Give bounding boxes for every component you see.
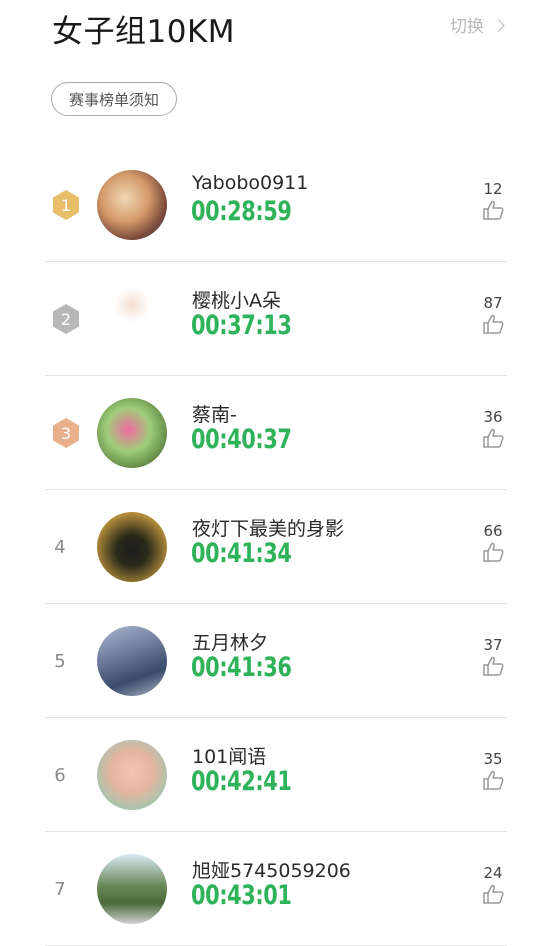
avatar[interactable] bbox=[97, 740, 167, 810]
avatar[interactable] bbox=[97, 170, 167, 240]
rank-number: 5 bbox=[54, 650, 66, 672]
like-button[interactable]: 35 bbox=[481, 750, 505, 794]
switch-button[interactable]: 切换 bbox=[450, 12, 505, 37]
like-count: 37 bbox=[483, 636, 503, 654]
rank-number: 6 bbox=[54, 764, 66, 786]
page-title: 女子组10KM bbox=[52, 14, 236, 50]
leaderboard-row[interactable]: 5 五月林夕 00:41:36 37 bbox=[0, 604, 547, 718]
runner-name: 五月林夕 bbox=[192, 632, 269, 654]
leaderboard-list: 1 Yabobo0911 00:28:59 12 2 樱桃小A朵 00:37:13 87 3 蔡南… bbox=[0, 148, 547, 946]
finish-time: 00:37:13 bbox=[191, 310, 292, 341]
leaderboard-row[interactable]: 3 蔡南- 00:40:37 36 bbox=[0, 376, 547, 490]
runner-name: 樱桃小A朵 bbox=[192, 290, 281, 312]
medal-rank: 2 bbox=[61, 310, 71, 329]
rank-number: 4 bbox=[54, 536, 66, 558]
bronze-medal-icon: 3 bbox=[53, 418, 79, 448]
like-button[interactable]: 37 bbox=[481, 636, 505, 680]
gold-medal-icon: 1 bbox=[53, 190, 79, 220]
thumbs-up-icon bbox=[483, 200, 504, 220]
leaderboard-row[interactable]: 1 Yabobo0911 00:28:59 12 bbox=[0, 148, 547, 262]
like-button[interactable]: 24 bbox=[481, 864, 505, 908]
leaderboard-row[interactable]: 2 樱桃小A朵 00:37:13 87 bbox=[0, 262, 547, 376]
finish-time: 00:41:36 bbox=[191, 652, 292, 683]
finish-time: 00:42:41 bbox=[191, 766, 292, 797]
finish-time: 00:43:01 bbox=[191, 880, 292, 911]
like-count: 36 bbox=[483, 408, 503, 426]
header: 女子组10KM 切换 bbox=[0, 0, 547, 60]
runner-name: Yabobo0911 bbox=[192, 172, 309, 194]
like-button[interactable]: 12 bbox=[481, 180, 505, 224]
avatar[interactable] bbox=[97, 626, 167, 696]
leaderboard-notice-button[interactable]: 赛事榜单须知 bbox=[51, 82, 178, 116]
leaderboard-row[interactable]: 4 夜灯下最美的身影 00:41:34 66 bbox=[0, 490, 547, 604]
like-button[interactable]: 66 bbox=[481, 522, 505, 566]
avatar[interactable] bbox=[97, 284, 167, 354]
thumbs-up-icon bbox=[483, 542, 504, 562]
thumbs-up-icon bbox=[483, 656, 504, 676]
like-button[interactable]: 87 bbox=[481, 294, 505, 338]
like-count: 12 bbox=[483, 180, 503, 198]
like-count: 87 bbox=[483, 294, 503, 312]
thumbs-up-icon bbox=[483, 428, 504, 448]
thumbs-up-icon bbox=[483, 884, 504, 904]
thumbs-up-icon bbox=[483, 770, 504, 790]
leaderboard-row[interactable]: 6 101闻语 00:42:41 35 bbox=[0, 718, 547, 832]
avatar[interactable] bbox=[97, 854, 167, 924]
like-count: 66 bbox=[483, 522, 503, 540]
finish-time: 00:40:37 bbox=[191, 424, 292, 455]
runner-name: 101闻语 bbox=[192, 746, 267, 768]
finish-time: 00:28:59 bbox=[191, 196, 292, 227]
finish-time: 00:41:34 bbox=[191, 538, 292, 569]
rank-number: 7 bbox=[54, 878, 66, 900]
silver-medal-icon: 2 bbox=[53, 304, 79, 334]
medal-rank: 3 bbox=[61, 424, 71, 443]
like-count: 35 bbox=[483, 750, 503, 768]
switch-label: 切换 bbox=[450, 17, 484, 37]
runner-name: 蔡南- bbox=[192, 404, 237, 426]
chevron-right-icon bbox=[492, 18, 505, 32]
runner-name: 旭娅5745059206 bbox=[192, 860, 351, 882]
runner-name: 夜灯下最美的身影 bbox=[192, 518, 345, 540]
like-button[interactable]: 36 bbox=[481, 408, 505, 452]
thumbs-up-icon bbox=[483, 314, 504, 334]
avatar[interactable] bbox=[97, 398, 167, 468]
like-count: 24 bbox=[483, 864, 503, 882]
avatar[interactable] bbox=[97, 512, 167, 582]
medal-rank: 1 bbox=[61, 196, 71, 215]
leaderboard-row[interactable]: 7 旭娅5745059206 00:43:01 24 bbox=[0, 832, 547, 946]
